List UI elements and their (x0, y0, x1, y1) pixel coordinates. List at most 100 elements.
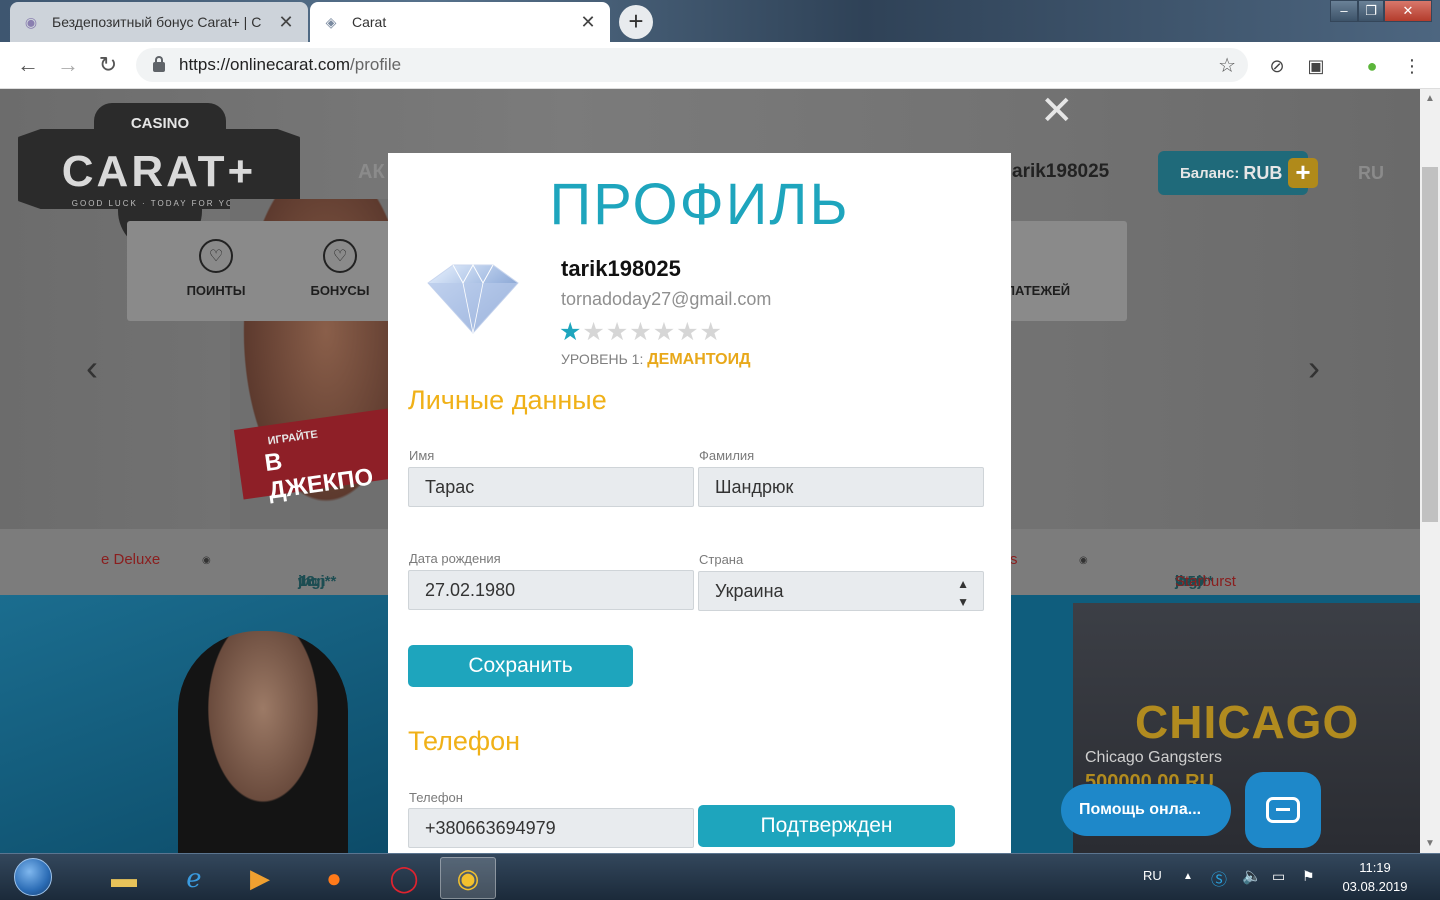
chat-help-pill[interactable]: Помощь онла... (1061, 784, 1231, 836)
diamond-favicon-icon: ◈ (325, 13, 337, 30)
save-button[interactable]: Сохранить (408, 645, 633, 687)
tab-title: Бездепозитный бонус Carat+ | C (52, 14, 262, 30)
windows-taskbar: ▬ ℯ ▶ ● ◯ ◉ RU ▲ Ⓢ 🔈 ▭ ⚑ 11:19 03.08.201… (0, 853, 1440, 900)
explorer-icon[interactable]: ▬ (96, 857, 152, 899)
first-name-field[interactable]: Тарас (408, 467, 694, 507)
back-arrow-icon[interactable]: ← (14, 52, 42, 78)
star-filled-icon: ★ (559, 318, 583, 346)
level-text: УРОВЕНЬ 1: ДЕМАНТОИД (561, 351, 750, 369)
ticker-separator-icon: ◉ (202, 555, 211, 566)
header-username[interactable]: arik198025 (1012, 161, 1109, 183)
extension-icon[interactable]: ⊘ (1264, 53, 1290, 79)
input-language[interactable]: RU (1143, 868, 1162, 883)
skype-icon[interactable]: Ⓢ (1211, 866, 1227, 890)
level-name: ДЕМАНТОИД (647, 351, 751, 368)
balance-button[interactable]: Баланс: RUB 0 + (1158, 151, 1318, 195)
action-center-flag-icon[interactable]: ⚑ (1302, 868, 1315, 885)
heart-icon: ♡ (323, 239, 357, 273)
forward-arrow-icon[interactable]: → (54, 52, 82, 78)
star-empty-icon: ★ (676, 318, 700, 346)
start-button[interactable] (6, 856, 60, 898)
clock-time: 11:19 (1359, 860, 1391, 875)
first-name-label: Имя (409, 448, 435, 463)
phone-field[interactable]: +380663694979 (408, 808, 694, 848)
logo-wordmark: CARAT+ (61, 147, 257, 196)
ticker-separator-icon: ◉ (1079, 555, 1088, 566)
address-bar[interactable]: https://onlinecarat.com/profile ☆ (136, 48, 1248, 82)
browser-toolbar: ← → ↻ https://onlinecarat.com/profile ☆ … (0, 42, 1440, 89)
opera-icon[interactable]: ◯ (376, 857, 432, 899)
windows-logo-icon (14, 858, 52, 896)
game-character-image (178, 631, 348, 853)
media-player-icon[interactable]: ▶ (232, 857, 288, 899)
iconbar-points[interactable]: ♡ ПОИНТЫ (171, 239, 261, 298)
clock-date: 03.08.2019 (1342, 879, 1408, 894)
star-empty-icon: ★ (605, 318, 630, 346)
volume-icon[interactable]: 🔈 (1242, 866, 1262, 886)
country-select[interactable]: Украина ▲ ▼ (698, 571, 984, 611)
ticker-game: s (1010, 551, 1018, 568)
url-text[interactable]: https://onlinecarat.com/profile (179, 55, 1218, 75)
ticker-game: e Deluxe (101, 551, 161, 568)
profile-username: tarik198025 (561, 256, 681, 281)
star-empty-icon: ★ (582, 318, 606, 346)
tab-carat[interactable]: ◈ Carat ✕ (310, 2, 610, 42)
scrollbar-thumb[interactable] (1422, 167, 1438, 522)
window-controls: – ❐ ✕ (1330, 0, 1432, 22)
country-label: Страна (699, 552, 744, 567)
dob-field[interactable]: 27.02.1980 (408, 570, 694, 610)
new-tab-button[interactable]: + (619, 5, 653, 39)
game-tile-left[interactable] (0, 595, 400, 853)
page-scrollbar[interactable]: ▲ ▼ (1420, 89, 1440, 853)
star-empty-icon: ★ (652, 318, 677, 346)
last-name-field[interactable]: Шандрюк (698, 467, 984, 507)
green-extension-icon[interactable]: ● (1359, 53, 1385, 79)
slider-next-icon[interactable]: › (1308, 347, 1320, 389)
modal-close-icon[interactable]: ✕ (1040, 88, 1074, 134)
phone-label: Телефон (409, 790, 463, 805)
balance-label: Баланс: (1180, 164, 1240, 182)
firefox-icon[interactable]: ● (306, 857, 362, 899)
slider-prev-icon[interactable]: ‹ (86, 347, 98, 389)
level-label: УРОВЕНЬ 1: (561, 351, 644, 367)
bookmark-star-icon[interactable]: ☆ (1218, 53, 1236, 78)
menu-item-partial[interactable]: АК (358, 161, 385, 184)
reload-icon[interactable]: ↻ (94, 52, 122, 78)
tab-title: Carat (352, 14, 387, 30)
level-stars: ★★★★★★★ (559, 317, 723, 347)
diamond-avatar-icon (427, 263, 519, 334)
chat-bubble-icon (1266, 797, 1300, 823)
scroll-up-icon[interactable]: ▲ (1425, 93, 1435, 104)
menu-kebab-icon[interactable]: ⋮ (1399, 53, 1425, 79)
lock-icon (153, 56, 165, 72)
language-selector[interactable]: RU (1358, 163, 1384, 184)
game-logo-text: CHICAGO (1135, 696, 1360, 748)
deposit-plus-icon[interactable]: + (1288, 158, 1318, 188)
logo-casino-text: CASINO (94, 103, 226, 139)
system-clock[interactable]: 11:19 03.08.2019 (1335, 858, 1415, 896)
chrome-icon[interactable]: ◉ (440, 857, 496, 899)
profile-email: tornadoday27@gmail.com (561, 289, 772, 309)
tab-bonus[interactable]: ◉ Бездепозитный бонус Carat+ | C ✕ (10, 2, 308, 42)
modal-title: ПРОФИЛЬ (549, 172, 850, 237)
select-caret-icon: ▲ ▼ (957, 577, 969, 609)
personal-data-heading: Личные данные (408, 385, 607, 415)
tab-favicon-icon: ◉ (24, 13, 38, 30)
close-tab-icon[interactable]: ✕ (578, 12, 598, 33)
close-tab-icon[interactable]: ✕ (276, 12, 296, 33)
star-empty-icon: ★ (629, 318, 653, 346)
minimize-button[interactable]: – (1330, 0, 1358, 22)
internet-explorer-icon[interactable]: ℯ (166, 857, 222, 899)
star-empty-icon: ★ (699, 318, 723, 346)
last-name-label: Фамилия (699, 448, 755, 463)
heart-icon: ♡ (199, 239, 233, 273)
maximize-button[interactable]: ❐ (1358, 0, 1384, 22)
iconbar-bonuses[interactable]: ♡ БОНУСЫ (295, 239, 385, 298)
network-icon[interactable]: ▭ (1272, 868, 1285, 885)
close-window-button[interactable]: ✕ (1384, 0, 1432, 22)
chat-open-button[interactable] (1245, 772, 1321, 848)
profile-icon[interactable]: ▣ (1303, 53, 1329, 79)
scroll-down-icon[interactable]: ▼ (1425, 838, 1435, 849)
verified-button[interactable]: Подтвержден (698, 805, 955, 847)
tray-expand-icon[interactable]: ▲ (1183, 871, 1193, 882)
